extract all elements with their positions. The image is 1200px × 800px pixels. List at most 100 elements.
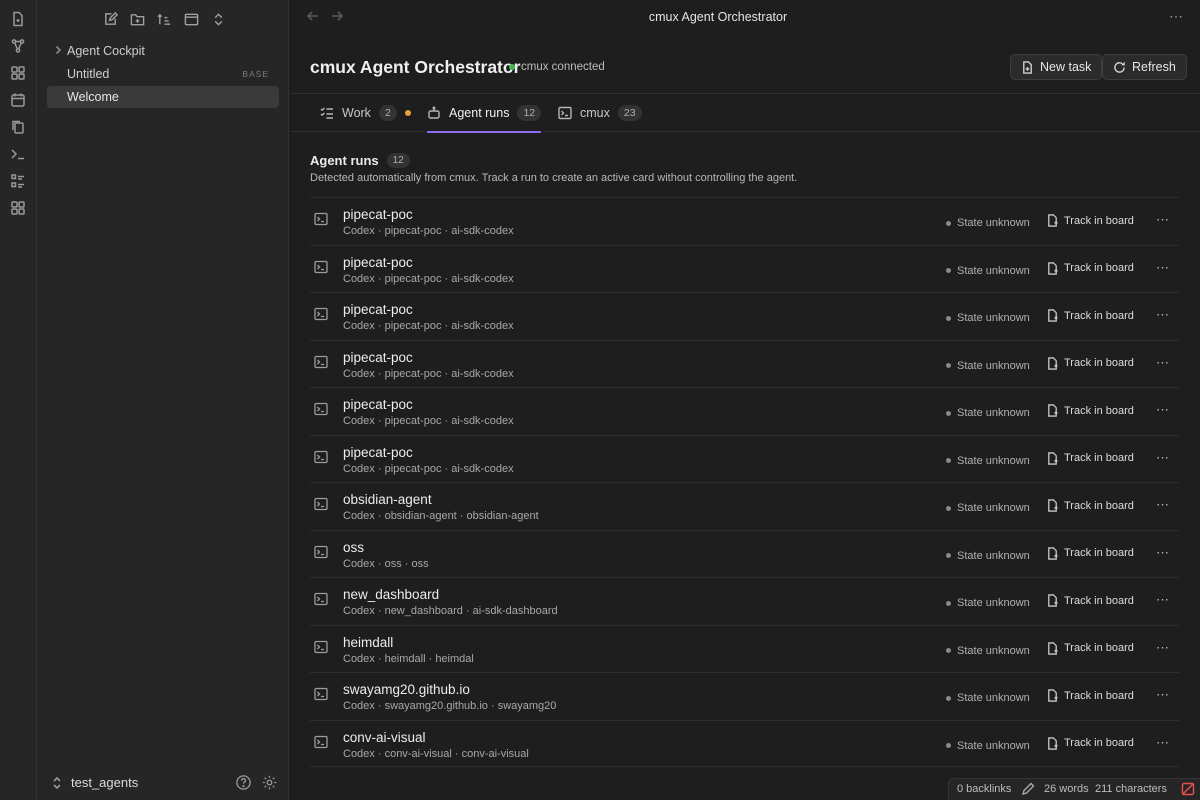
run-state: State unknown — [946, 597, 1030, 609]
file-plus-icon[interactable] — [9, 10, 27, 28]
terminal-icon — [314, 735, 328, 749]
refresh-button[interactable]: Refresh — [1102, 54, 1187, 80]
status-bar: 0 backlinks 26 words 211 characters — [948, 778, 1200, 800]
terminal-icon — [558, 106, 572, 120]
agent-run-row[interactable]: oss Codex · oss · oss State unknown Track i… — [310, 529, 1179, 578]
run-state-label: State unknown — [957, 502, 1030, 514]
row-more-options-icon[interactable]: ⋯ — [1156, 592, 1170, 608]
calendar-icon[interactable] — [9, 91, 27, 109]
more-options-icon[interactable]: ⋯ — [1169, 8, 1184, 25]
agent-run-row[interactable]: swayamg20.github.io Codex · swayamg20.git… — [310, 672, 1179, 720]
grid-icon[interactable] — [9, 199, 27, 217]
file-explorer-sidebar: Agent Cockpit Untitled BASE Welcome test… — [37, 0, 289, 800]
track-in-board-button[interactable]: Track in board — [1046, 736, 1134, 750]
row-more-options-icon[interactable]: ⋯ — [1156, 687, 1170, 703]
run-name: pipecat-poc — [343, 302, 413, 317]
edit-pencil-icon[interactable] — [1021, 782, 1035, 796]
new-task-label: New task — [1040, 60, 1092, 74]
new-folder-icon[interactable] — [128, 10, 146, 28]
agent-run-row[interactable]: pipecat-poc Codex · pipecat-poc · ai-sdk-… — [310, 434, 1179, 483]
terminal-icon — [314, 307, 328, 321]
collapse-icon[interactable] — [182, 10, 200, 28]
state-dot — [946, 695, 951, 701]
track-label: Track in board — [1064, 499, 1134, 512]
expand-collapse-icon[interactable] — [209, 10, 227, 28]
add-file-icon — [1048, 499, 1058, 512]
agent-run-row[interactable]: new_dashboard Codex · new_dashboard · ai-… — [310, 577, 1179, 625]
state-dot — [946, 553, 951, 558]
tab-agent-runs[interactable]: Agent runs 12 — [427, 94, 542, 133]
agent-run-row[interactable]: pipecat-poc Codex · pipecat-poc · ai-sdk-… — [310, 244, 1179, 293]
row-more-options-icon[interactable]: ⋯ — [1156, 355, 1170, 371]
track-in-board-button[interactable]: Track in board — [1046, 594, 1134, 607]
settings-gear-icon[interactable] — [261, 774, 279, 792]
tab-bar: Work 2 Agent runs 12 cmux 23 — [290, 93, 1200, 133]
agent-run-row[interactable]: pipecat-poc Codex · pipecat-poc · ai-sdk-… — [310, 387, 1179, 435]
new-note-icon[interactable] — [101, 10, 119, 28]
backlinks-count[interactable]: 0 backlinks — [957, 783, 1011, 795]
vault-chevron-icon[interactable] — [51, 776, 63, 790]
row-more-options-icon[interactable]: ⋯ — [1156, 497, 1170, 513]
run-state-label: State unknown — [957, 312, 1030, 324]
track-in-board-button[interactable]: Track in board — [1046, 309, 1134, 322]
terminal-icon — [314, 260, 328, 274]
add-file-icon — [1048, 546, 1058, 560]
sort-icon[interactable] — [155, 10, 173, 28]
track-in-board-button[interactable]: Track in board — [1046, 499, 1134, 512]
agent-run-row[interactable]: obsidian-agent Codex · obsidian-agent · o… — [310, 482, 1179, 530]
sync-error-icon[interactable] — [1181, 782, 1195, 796]
checklist-icon[interactable] — [9, 172, 27, 190]
track-in-board-button[interactable]: Track in board — [1046, 404, 1134, 417]
tree-folder-agent-cockpit[interactable]: Agent Cockpit — [47, 40, 279, 62]
tree-file-untitled[interactable]: Untitled BASE — [47, 63, 279, 85]
run-name: pipecat-poc — [343, 254, 413, 270]
row-more-options-icon[interactable]: ⋯ — [1156, 307, 1170, 323]
row-more-options-icon[interactable]: ⋯ — [1156, 640, 1170, 656]
chevron-right-icon[interactable] — [52, 44, 64, 56]
track-label: Track in board — [1064, 452, 1134, 464]
row-more-options-icon[interactable]: ⋯ — [1156, 735, 1170, 751]
track-label: Track in board — [1064, 357, 1134, 369]
run-state: State unknown — [946, 312, 1030, 324]
tree-file-welcome[interactable]: Welcome — [47, 86, 279, 108]
tab-count-badge: 12 — [517, 105, 542, 121]
tab-label: Work — [342, 106, 371, 120]
run-state-label: State unknown — [957, 217, 1030, 229]
copy-icon[interactable] — [9, 118, 27, 136]
track-in-board-button[interactable]: Track in board — [1046, 214, 1134, 227]
row-more-options-icon[interactable]: ⋯ — [1156, 260, 1170, 276]
run-name: pipecat-poc — [343, 444, 413, 460]
run-state-label: State unknown — [957, 264, 1030, 277]
vault-name[interactable]: test_agents — [71, 775, 138, 790]
terminal-icon[interactable] — [9, 145, 27, 163]
file-type-tag: BASE — [242, 69, 269, 79]
dashboard-icon[interactable] — [9, 64, 27, 82]
vault-switcher: test_agents — [37, 766, 289, 800]
track-in-board-button[interactable]: Track in board — [1046, 641, 1134, 655]
row-more-options-icon[interactable]: ⋯ — [1156, 402, 1170, 418]
track-in-board-button[interactable]: Track in board — [1046, 356, 1134, 370]
view-title: cmux Agent Orchestrator — [648, 10, 788, 24]
new-file-icon — [1023, 60, 1032, 74]
track-in-board-button[interactable]: Track in board — [1046, 546, 1134, 560]
agent-run-row[interactable]: pipecat-poc Codex · pipecat-poc · ai-sdk-… — [310, 339, 1179, 388]
terminal-icon — [314, 212, 328, 226]
track-in-board-button[interactable]: Track in board — [1046, 689, 1134, 702]
track-in-board-button[interactable]: Track in board — [1046, 261, 1134, 275]
agent-run-row[interactable]: conv-ai-visual Codex · conv-ai-visual · c… — [310, 719, 1179, 767]
agent-run-row[interactable]: heimdall Codex · heimdall · heimdal State … — [310, 624, 1179, 673]
new-task-button[interactable]: New task — [1010, 54, 1103, 80]
row-more-options-icon[interactable]: ⋯ — [1156, 545, 1170, 561]
row-more-options-icon[interactable]: ⋯ — [1156, 450, 1170, 466]
row-more-options-icon[interactable]: ⋯ — [1156, 212, 1170, 228]
track-in-board-button[interactable]: Track in board — [1046, 451, 1134, 465]
tab-cmux[interactable]: cmux 23 — [558, 94, 642, 132]
tab-work[interactable]: Work 2 — [320, 94, 411, 132]
agent-run-row[interactable]: pipecat-poc Codex · pipecat-poc · ai-sdk-… — [310, 197, 1179, 245]
add-file-icon — [1048, 451, 1058, 465]
run-state-label: State unknown — [957, 692, 1030, 704]
graph-icon[interactable] — [9, 37, 27, 55]
refresh-label: Refresh — [1132, 60, 1176, 74]
help-icon[interactable] — [235, 774, 253, 792]
agent-run-row[interactable]: pipecat-poc Codex · pipecat-poc · ai-sdk-… — [310, 292, 1179, 340]
